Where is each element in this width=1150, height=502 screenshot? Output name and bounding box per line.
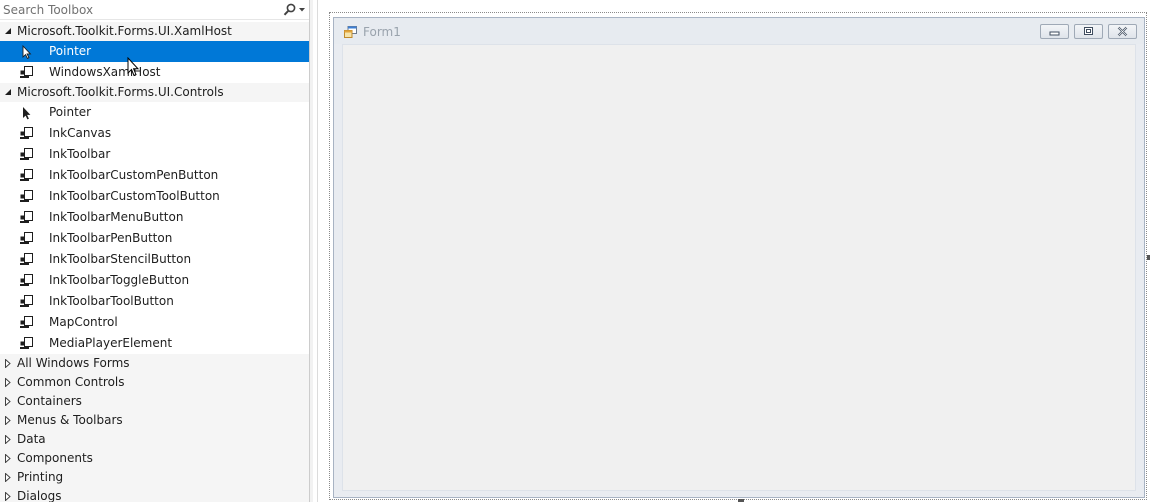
- collapsed-arrow-icon[interactable]: [4, 468, 14, 487]
- component-icon: [18, 231, 34, 247]
- toolbox-group-header[interactable]: Microsoft.Toolkit.Forms.UI.Controls: [0, 83, 309, 102]
- expanded-arrow-icon[interactable]: [4, 83, 14, 102]
- toolbox-group-label: Microsoft.Toolkit.Forms.UI.XamlHost: [17, 24, 232, 38]
- component-icon: [18, 252, 34, 268]
- component-icon: [18, 315, 34, 331]
- toolbox-item-label: Pointer: [49, 44, 92, 58]
- maximize-button[interactable]: [1074, 24, 1103, 39]
- collapsed-arrow-icon[interactable]: [4, 373, 14, 392]
- toolbox-group-header[interactable]: Printing: [0, 468, 309, 487]
- expanded-arrow-icon[interactable]: [4, 22, 14, 41]
- toolbox-item[interactable]: Pointer: [0, 102, 309, 123]
- toolbox-group-label: Microsoft.Toolkit.Forms.UI.Controls: [17, 85, 224, 99]
- toolbox-item[interactable]: MapControl: [0, 312, 309, 333]
- toolbox-item-label: InkToolbarToolButton: [49, 294, 174, 308]
- component-icon: [18, 65, 34, 81]
- component-icon: [18, 336, 34, 352]
- search-icon[interactable]: [281, 0, 309, 19]
- toolbox-item-label: InkToolbar: [49, 147, 111, 161]
- component-icon: [18, 294, 34, 310]
- component-icon: [18, 189, 34, 205]
- toolbox-item-label: InkCanvas: [49, 126, 112, 140]
- toolbox-group-header[interactable]: Microsoft.Toolkit.Forms.UI.XamlHost: [0, 22, 309, 41]
- component-icon: [18, 147, 34, 163]
- toolbox-item-label: InkToolbarCustomToolButton: [49, 189, 220, 203]
- toolbox-group-label: Containers: [17, 394, 82, 408]
- toolbox-item[interactable]: InkToolbarToggleButton: [0, 270, 309, 291]
- close-icon: [1117, 26, 1128, 37]
- toolbox-group-label: Printing: [17, 470, 64, 484]
- component-icon: [18, 168, 34, 184]
- toolbox-item[interactable]: InkToolbarToolButton: [0, 291, 309, 312]
- search-box: [0, 0, 309, 20]
- toolbox-item[interactable]: WindowsXamlHost: [0, 62, 309, 83]
- form-client-area[interactable]: [342, 44, 1136, 491]
- toolbox-item[interactable]: InkCanvas: [0, 123, 309, 144]
- toolbox-group-header[interactable]: Menus & Toolbars: [0, 411, 309, 430]
- minimize-icon: [1049, 31, 1060, 36]
- form-title: Form1: [363, 25, 401, 39]
- collapsed-arrow-icon[interactable]: [4, 449, 14, 468]
- toolbox-item[interactable]: InkToolbar: [0, 144, 309, 165]
- toolbox-item-label: WindowsXamlHost: [49, 65, 161, 79]
- collapsed-arrow-icon[interactable]: [4, 430, 14, 449]
- pointer-arrow-icon: [18, 105, 34, 121]
- collapsed-arrow-icon[interactable]: [4, 411, 14, 430]
- toolbox-item-label: Pointer: [49, 105, 92, 119]
- panel-splitter[interactable]: [309, 0, 313, 502]
- toolbox-item[interactable]: MediaPlayerElement: [0, 333, 309, 354]
- toolbox-group-label: Menus & Toolbars: [17, 413, 123, 427]
- maximize-icon: [1084, 27, 1093, 35]
- search-input[interactable]: [0, 0, 278, 19]
- toolbox-item-label: InkToolbarToggleButton: [49, 273, 190, 287]
- toolbox-panel: Microsoft.Toolkit.Forms.UI.XamlHost Point…: [0, 0, 309, 502]
- toolbox-item-label: InkToolbarCustomPenButton: [49, 168, 219, 182]
- toolbox-group-label: All Windows Forms: [17, 356, 130, 370]
- component-icon: [18, 273, 34, 289]
- toolbox-group-header[interactable]: Data: [0, 430, 309, 449]
- toolbox-item[interactable]: InkToolbarCustomToolButton: [0, 186, 309, 207]
- collapsed-arrow-icon[interactable]: [4, 392, 14, 411]
- toolbox-item[interactable]: InkToolbarMenuButton: [0, 207, 309, 228]
- form-window[interactable]: Form1: [333, 17, 1145, 498]
- minimize-button[interactable]: [1040, 24, 1069, 39]
- toolbox-group-label: Dialogs: [17, 489, 62, 502]
- close-button[interactable]: [1108, 24, 1137, 39]
- toolbox-item-label: MediaPlayerElement: [49, 336, 173, 350]
- toolbox-item-label: InkToolbarPenButton: [49, 231, 173, 245]
- toolbox-item[interactable]: Pointer: [0, 41, 309, 62]
- toolbox-item-label: InkToolbarMenuButton: [49, 210, 184, 224]
- form-titlebar: Form1: [334, 18, 1144, 44]
- toolbox-item[interactable]: InkToolbarStencilButton: [0, 249, 309, 270]
- component-icon: [18, 126, 34, 142]
- pointer-arrow-icon: [18, 44, 34, 60]
- mouse-cursor-icon: [127, 57, 139, 77]
- toolbox-group-header[interactable]: All Windows Forms: [0, 354, 309, 373]
- toolbox-item-label: MapControl: [49, 315, 118, 329]
- toolbox-group-label: Common Controls: [17, 375, 125, 389]
- collapsed-arrow-icon[interactable]: [4, 487, 14, 502]
- toolbox-item[interactable]: InkToolbarCustomPenButton: [0, 165, 309, 186]
- collapsed-arrow-icon[interactable]: [4, 354, 14, 373]
- toolbox-group-header[interactable]: Containers: [0, 392, 309, 411]
- toolbox-item-label: InkToolbarStencilButton: [49, 252, 192, 266]
- toolbox-group-header[interactable]: Dialogs: [0, 487, 309, 502]
- toolbox-group-label: Components: [17, 451, 93, 465]
- toolbox-group-label: Data: [17, 432, 46, 446]
- toolbox-item[interactable]: InkToolbarPenButton: [0, 228, 309, 249]
- toolbox-group-header[interactable]: Common Controls: [0, 373, 309, 392]
- form-icon: [344, 26, 357, 38]
- component-icon: [18, 210, 34, 226]
- toolbox-group-header[interactable]: Components: [0, 449, 309, 468]
